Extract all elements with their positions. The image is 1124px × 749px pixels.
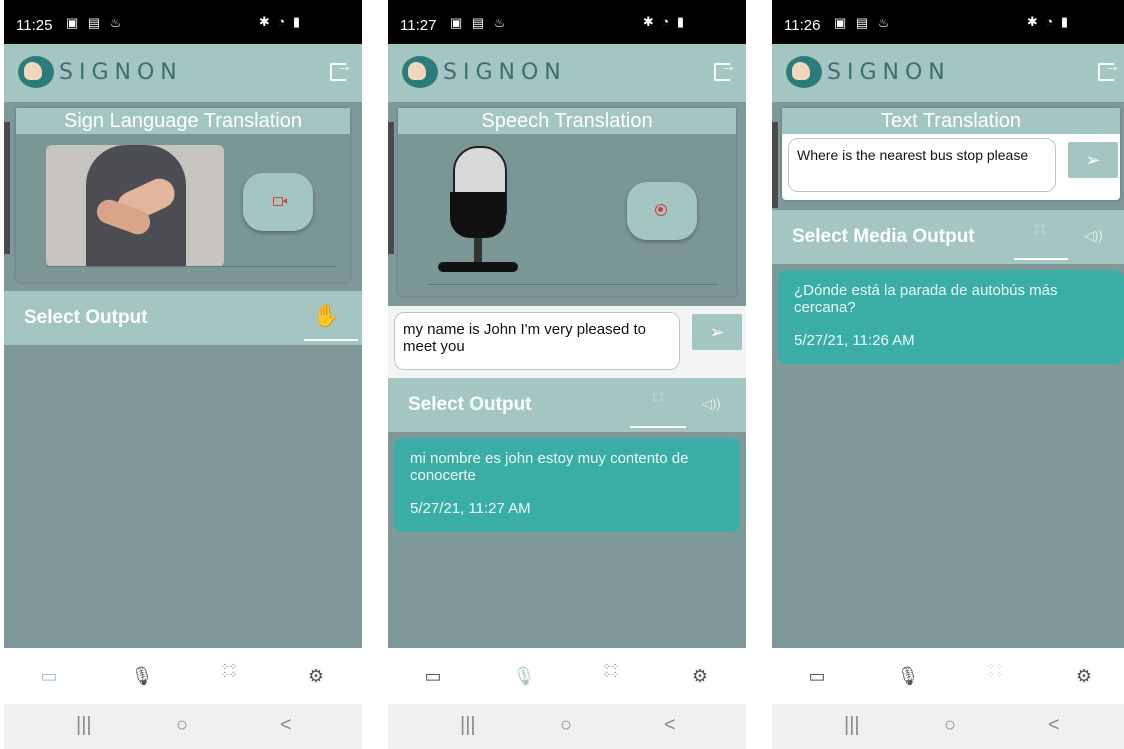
back-button[interactable]: < bbox=[1048, 714, 1060, 737]
notification-icons: ▣ ▤ ♨ bbox=[834, 15, 893, 30]
logout-icon[interactable] bbox=[330, 58, 352, 81]
speaker-icon[interactable]: ◁)) bbox=[1084, 228, 1103, 244]
system-navigation: ||| ○ < bbox=[4, 704, 362, 749]
output-selector-bar: Select Output ⁘⁘ ⁘⁘ ◁)) bbox=[388, 378, 746, 432]
logout-icon[interactable] bbox=[714, 58, 736, 81]
signon-logo-icon bbox=[18, 56, 54, 88]
bottom-navigation: ▭ 🎙 ⁘⁘ ⁘⁘ ⚙ bbox=[388, 648, 746, 704]
phone-screen-text: 11:26 ▣ ▤ ♨ ✱ ◔ ▮ SIGNON Text Translatio… bbox=[772, 0, 1124, 749]
braille-grid-icon[interactable]: ⁘⁘ ⁘⁘ bbox=[650, 391, 666, 414]
home-button[interactable]: ○ bbox=[560, 714, 572, 737]
select-output-label: Select Output bbox=[408, 394, 532, 415]
record-dot-icon bbox=[655, 204, 667, 216]
recents-button[interactable]: ||| bbox=[460, 714, 476, 737]
panel-title: Text Translation bbox=[782, 108, 1120, 134]
braille-grid-icon[interactable]: ⁘⁘ ⁘⁘ bbox=[217, 663, 241, 688]
video-icon[interactable]: ▭ bbox=[37, 664, 61, 688]
panel-title: Sign Language Translation bbox=[16, 108, 350, 134]
message-timestamp: 5/27/21, 11:26 AM bbox=[794, 332, 915, 349]
message-text: mi nombre es john estoy muy contento de … bbox=[410, 450, 689, 484]
notification-icons: ▣ ▤ ♨ bbox=[450, 15, 509, 30]
system-navigation: ||| ○ < bbox=[772, 704, 1124, 749]
video-icon[interactable]: ▭ bbox=[421, 664, 445, 688]
record-video-button[interactable] bbox=[243, 173, 313, 231]
translation-message: mi nombre es john estoy muy contento de … bbox=[394, 438, 740, 532]
hand-icon[interactable]: ✋ bbox=[313, 303, 340, 329]
message-timestamp: 5/27/21, 11:27 AM bbox=[410, 500, 531, 517]
app-bar: SIGNON bbox=[4, 44, 362, 102]
back-button[interactable]: < bbox=[664, 714, 676, 737]
output-selector-bar: Select Output ✋ bbox=[4, 291, 362, 345]
microphone-icon[interactable]: 🎙 bbox=[130, 664, 154, 688]
status-bar: 11:26 ▣ ▤ ♨ ✱ ◔ ▮ bbox=[772, 0, 1124, 44]
status-time: 11:27 bbox=[400, 17, 437, 34]
video-icon[interactable]: ▭ bbox=[805, 664, 829, 688]
brand-name: SIGNON bbox=[59, 60, 183, 85]
send-icon[interactable]: ➢ bbox=[692, 314, 742, 350]
status-time: 11:25 bbox=[16, 17, 53, 34]
back-button[interactable]: < bbox=[280, 714, 292, 737]
speech-input-field[interactable]: my name is John I'm very pleased to meet… bbox=[394, 312, 680, 370]
active-tab-indicator bbox=[1014, 258, 1068, 260]
app-bar: SIGNON bbox=[388, 44, 746, 102]
select-media-output-label: Select Media Output bbox=[792, 226, 975, 247]
main-content: Sign Language Translation Select Output … bbox=[4, 102, 362, 648]
gear-icon[interactable]: ⚙ bbox=[304, 664, 328, 688]
main-content: Text Translation Where is the nearest bu… bbox=[772, 102, 1124, 648]
output-selector-bar: Select Media Output ⁘⁘ ⁘⁘ ◁)) bbox=[772, 210, 1124, 264]
message-text: ¿Dónde está la parada de autobús más cer… bbox=[794, 282, 1058, 316]
app-bar: SIGNON bbox=[772, 44, 1124, 102]
logout-icon[interactable] bbox=[1098, 58, 1120, 81]
microphone-icon[interactable]: 🎙 bbox=[512, 664, 536, 688]
signon-logo-icon bbox=[402, 56, 438, 88]
sign-translation-panel: Sign Language Translation bbox=[16, 108, 350, 282]
panel-title: Speech Translation bbox=[398, 108, 736, 134]
input-area: my name is John I'm very pleased to meet… bbox=[388, 306, 746, 378]
edge-handle bbox=[772, 122, 778, 208]
signon-logo-icon bbox=[786, 56, 822, 88]
bottom-navigation: ▭ 🎙 ⁘⁘ ⁘⁘ ⚙ bbox=[4, 648, 362, 704]
speech-translation-panel: Speech Translation bbox=[398, 108, 736, 296]
braille-grid-icon[interactable]: ⁘⁘ ⁘⁘ bbox=[1032, 223, 1048, 246]
phone-screen-speech: 11:27 ▣ ▤ ♨ ✱ ◔ ▮ SIGNON Speech Translat… bbox=[388, 0, 746, 749]
microphone-image bbox=[428, 140, 528, 280]
status-time: 11:26 bbox=[784, 17, 821, 34]
status-bar: 11:25 ▣ ▤ ♨ ✱ ◔ ▮ bbox=[4, 0, 362, 44]
system-navigation: ||| ○ < bbox=[388, 704, 746, 749]
recents-button[interactable]: ||| bbox=[76, 714, 92, 737]
active-tab-indicator bbox=[630, 426, 686, 428]
edge-handle bbox=[4, 122, 10, 254]
braille-grid-icon[interactable]: ⁘⁘ ⁘⁘ bbox=[983, 663, 1007, 688]
status-bar: 11:27 ▣ ▤ ♨ ✱ ◔ ▮ bbox=[388, 0, 746, 44]
notification-icons: ▣ ▤ ♨ bbox=[66, 15, 125, 30]
translation-message: ¿Dónde está la parada de autobús más cer… bbox=[778, 270, 1124, 364]
connectivity-icons: ✱ ◔ ▮ bbox=[1026, 14, 1070, 29]
text-translation-panel: Text Translation Where is the nearest bu… bbox=[782, 108, 1120, 200]
gear-icon[interactable]: ⚙ bbox=[688, 664, 712, 688]
active-tab-indicator bbox=[304, 339, 358, 341]
connectivity-icons: ✱ ◔ ▮ bbox=[258, 14, 302, 29]
home-button[interactable]: ○ bbox=[176, 714, 188, 737]
record-audio-button[interactable] bbox=[627, 182, 697, 240]
main-content: Speech Translation my name is John I'm v… bbox=[388, 102, 746, 648]
sign-language-image bbox=[46, 145, 224, 267]
text-input-field[interactable]: Where is the nearest bus stop please bbox=[788, 138, 1056, 192]
select-output-label: Select Output bbox=[24, 307, 148, 328]
braille-grid-icon[interactable]: ⁘⁘ ⁘⁘ bbox=[599, 663, 623, 688]
bottom-navigation: ▭ 🎙 ⁘⁘ ⁘⁘ ⚙ bbox=[772, 648, 1124, 704]
microphone-icon[interactable]: 🎙 bbox=[896, 664, 920, 688]
brand-name: SIGNON bbox=[827, 60, 951, 85]
recents-button[interactable]: ||| bbox=[844, 714, 860, 737]
gear-icon[interactable]: ⚙ bbox=[1072, 664, 1096, 688]
speaker-icon[interactable]: ◁)) bbox=[702, 396, 721, 412]
phone-screen-sign-language: 11:25 ▣ ▤ ♨ ✱ ◔ ▮ SIGNON Sign Language T… bbox=[4, 0, 362, 749]
home-button[interactable]: ○ bbox=[944, 714, 956, 737]
brand-name: SIGNON bbox=[443, 60, 567, 85]
send-icon[interactable]: ➢ bbox=[1068, 142, 1118, 178]
connectivity-icons: ✱ ◔ ▮ bbox=[642, 14, 686, 29]
edge-handle bbox=[388, 122, 394, 254]
video-record-icon bbox=[273, 197, 287, 206]
